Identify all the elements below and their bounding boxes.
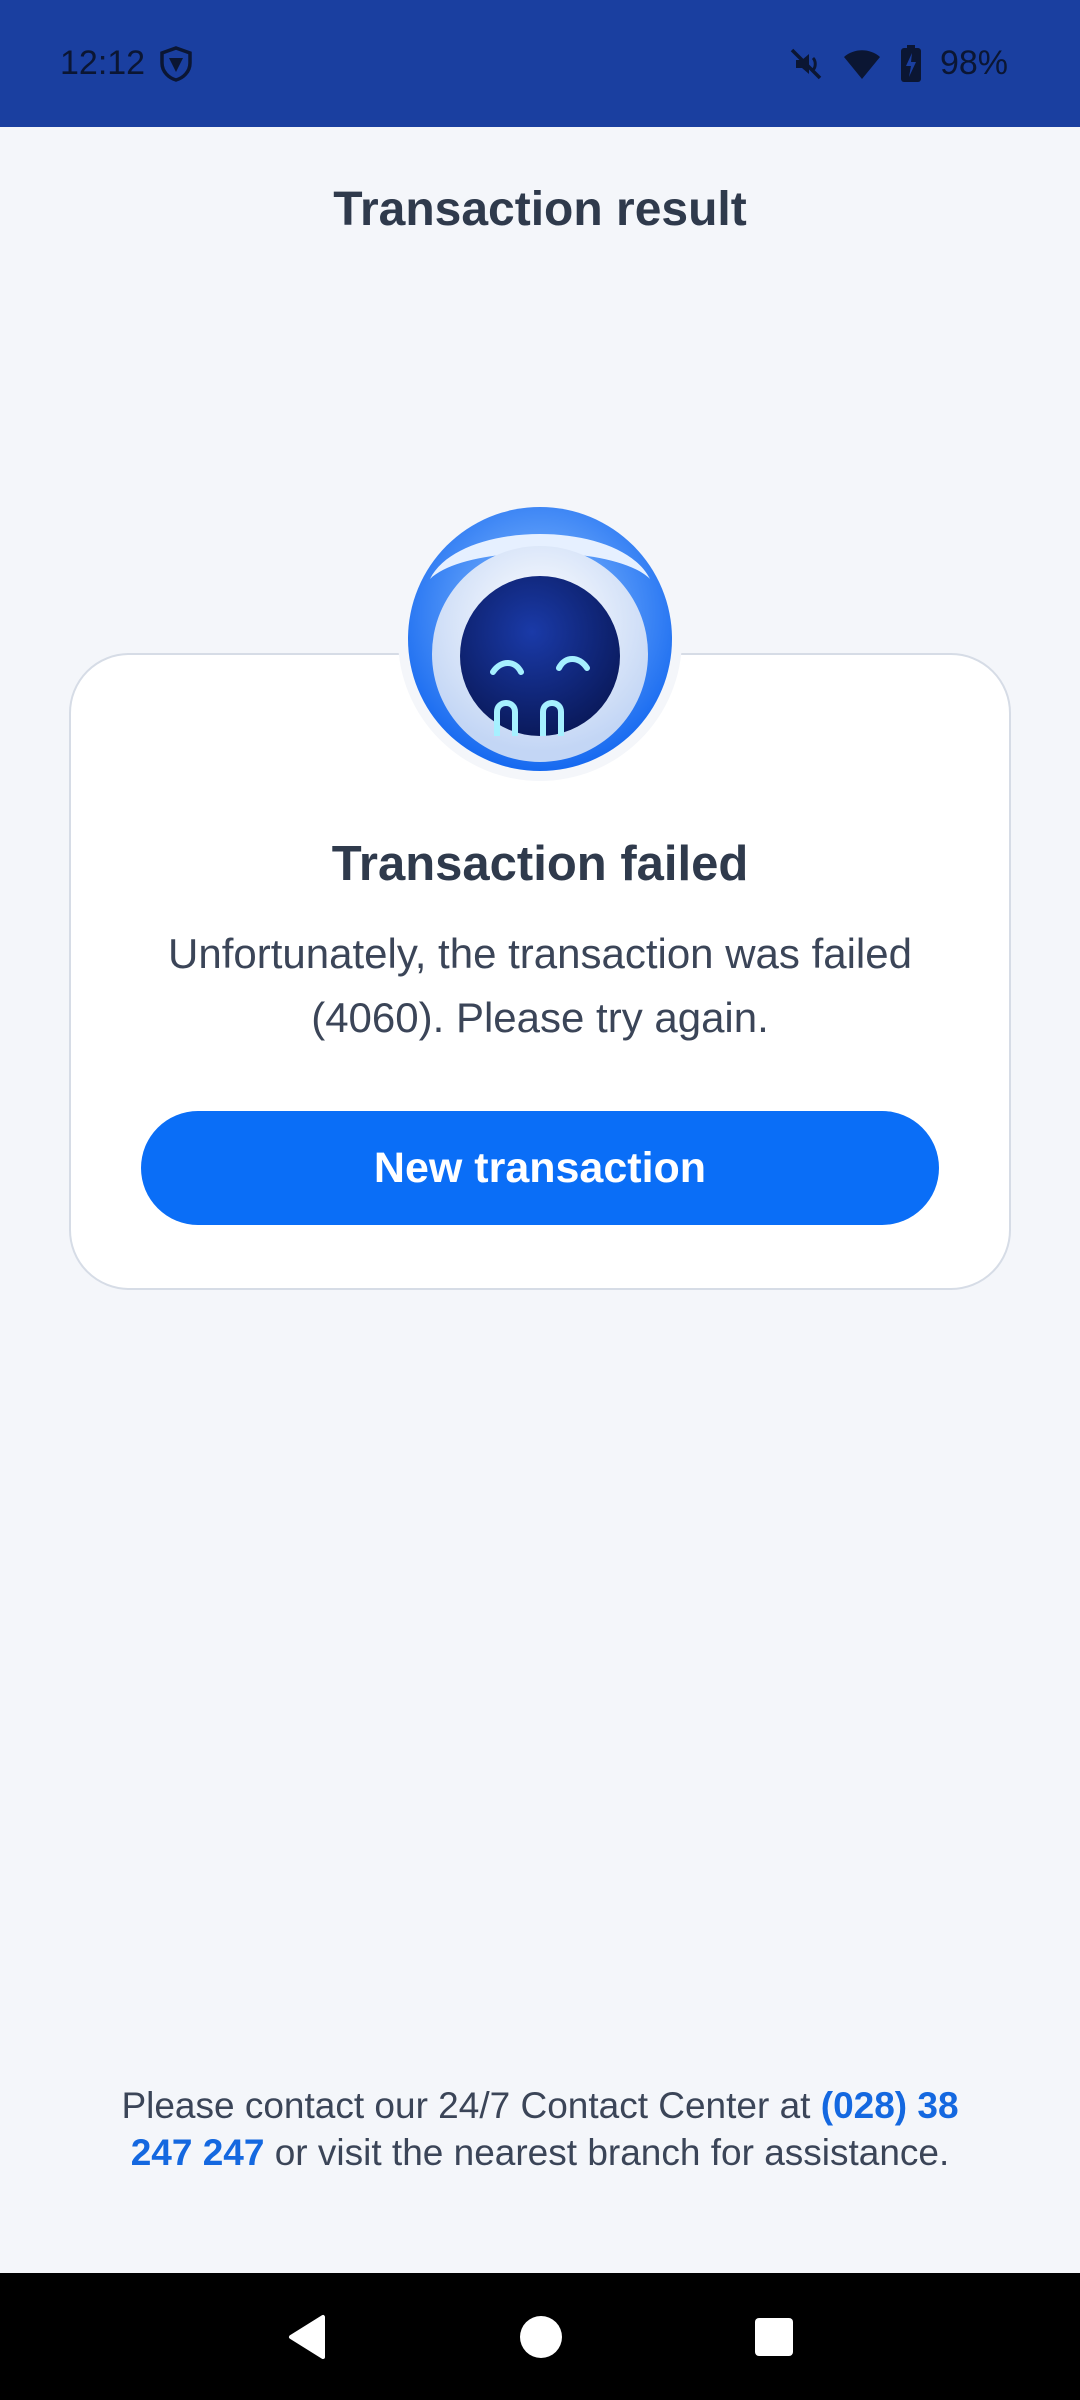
result-message: Unfortunately, the transaction was faile… <box>168 930 912 1041</box>
contact-info: Please contact our 24/7 Contact Center a… <box>110 2082 970 2176</box>
back-icon[interactable] <box>285 2313 329 2361</box>
transaction-result-screen: Transaction result Transaction failed Un… <box>0 127 1080 2273</box>
recents-icon[interactable] <box>753 2316 795 2358</box>
mute-icon <box>788 46 824 82</box>
result-title: Transaction failed <box>331 837 749 891</box>
home-icon[interactable] <box>518 2314 564 2360</box>
contact-prefix: Please contact our 24/7 Contact Center a… <box>121 2085 811 2126</box>
status-bar: 12:12 98% <box>0 0 1080 127</box>
navigation-bar <box>0 2273 1080 2400</box>
status-time: 12:12 <box>60 44 146 82</box>
robot-mascot-icon <box>398 497 682 781</box>
battery-percent: 98% <box>939 44 1008 82</box>
new-transaction-button[interactable]: New transaction <box>141 1111 939 1225</box>
status-right: 98% <box>788 44 1008 83</box>
battery-charging-icon <box>900 44 922 83</box>
wifi-icon <box>842 47 882 81</box>
contact-suffix: or visit the nearest branch for assistan… <box>274 2132 950 2173</box>
page-title: Transaction result <box>333 183 747 236</box>
status-left: 12:12 <box>60 44 193 83</box>
vpn-shield-icon <box>159 45 193 82</box>
